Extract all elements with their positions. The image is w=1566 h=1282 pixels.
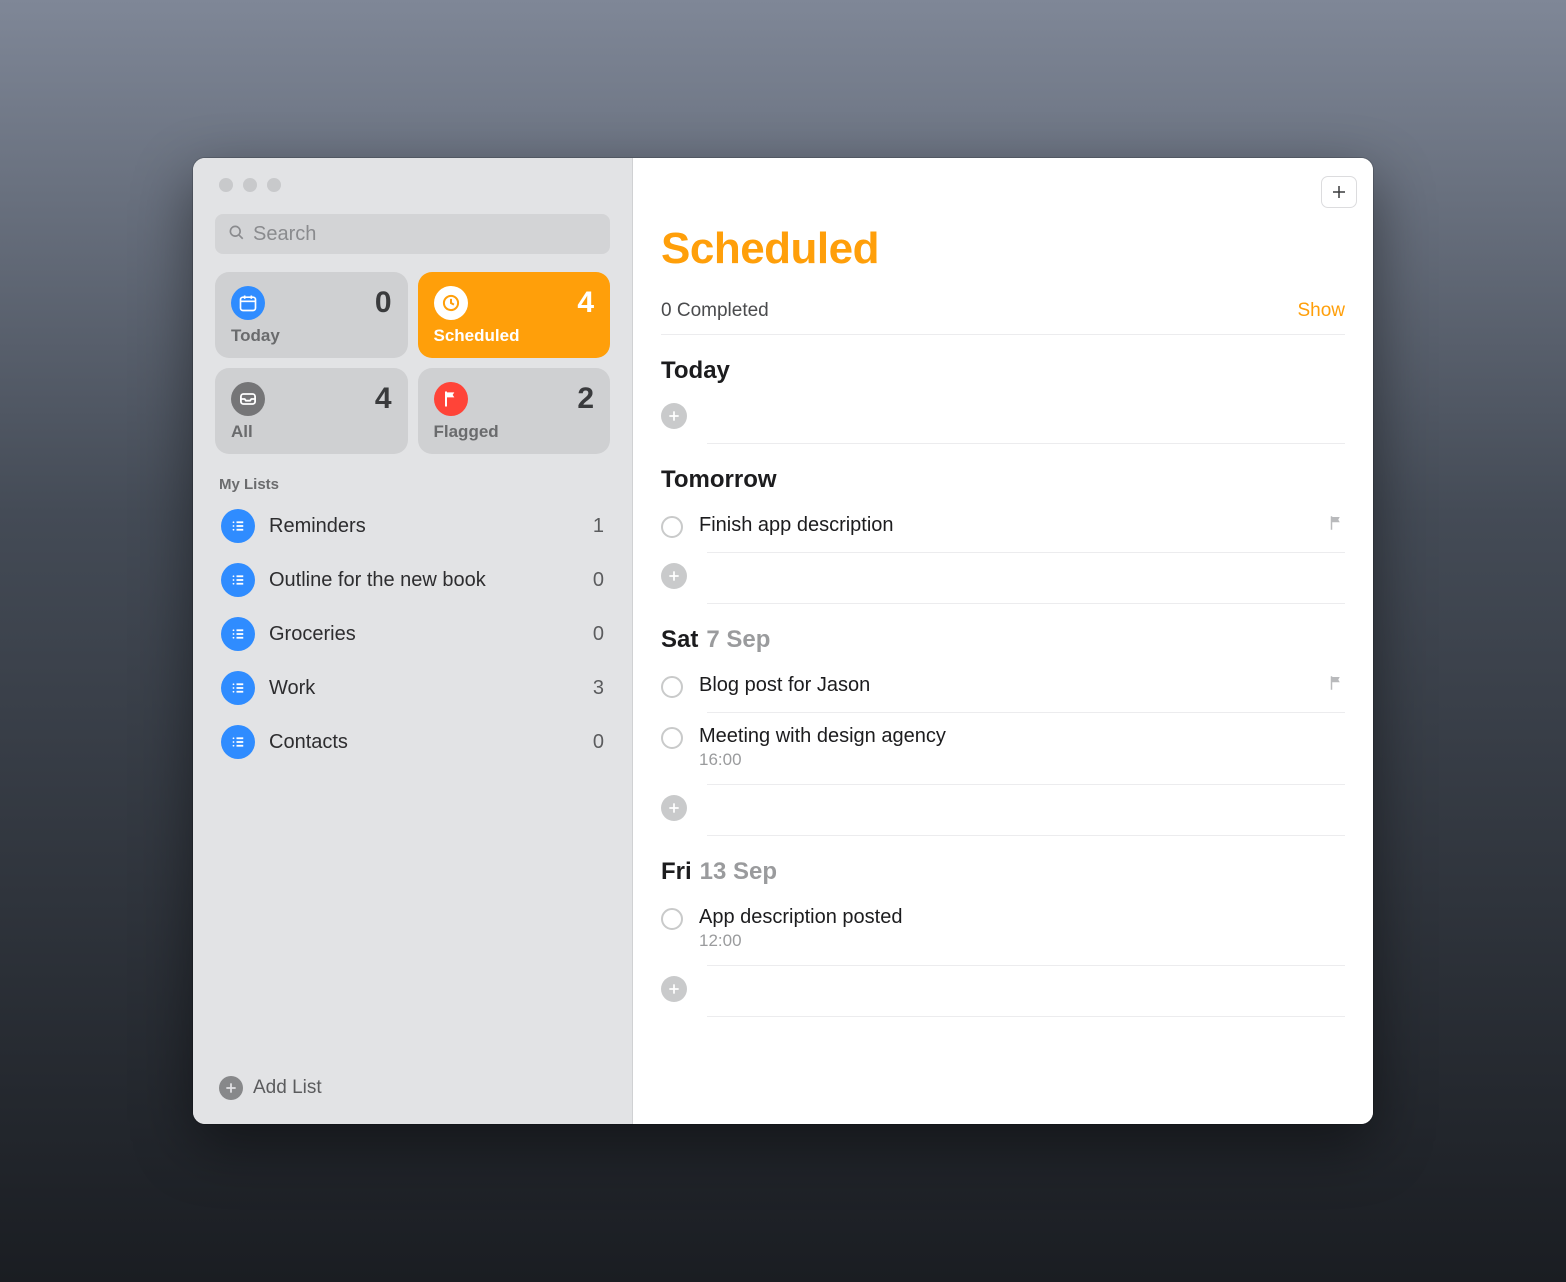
reminder-item[interactable]: App description posted12:00 — [707, 894, 1345, 966]
group-heading: Tomorrow — [661, 466, 1345, 494]
search-input[interactable] — [253, 223, 598, 246]
reminder-time: 16:00 — [699, 750, 1345, 770]
custom-lists: Reminders1Outline for the new book0Groce… — [215, 499, 610, 769]
list-item[interactable]: Groceries 0 — [215, 607, 610, 661]
date-group: Fri13 Sep App description posted12:00 — [661, 858, 1345, 1017]
sidebar-section-title: My Lists — [219, 476, 606, 493]
list-icon — [221, 509, 255, 543]
tray-icon — [231, 382, 265, 416]
smart-list-scheduled[interactable]: 4 Scheduled — [418, 272, 611, 358]
add-reminder-row[interactable] — [707, 966, 1345, 1017]
list-item[interactable]: Reminders 1 — [215, 499, 610, 553]
smart-list-today[interactable]: 0 Today — [215, 272, 408, 358]
list-name: Outline for the new book — [269, 569, 579, 592]
list-name: Groceries — [269, 623, 579, 646]
smart-list-count: 0 — [375, 286, 392, 320]
plus-icon — [661, 795, 687, 821]
toolbar — [633, 158, 1373, 214]
complete-toggle[interactable] — [661, 676, 683, 698]
show-completed-link[interactable]: Show — [1297, 300, 1345, 322]
list-name: Work — [269, 677, 579, 700]
group-heading: Sat7 Sep — [661, 626, 1345, 654]
list-count: 0 — [593, 731, 604, 754]
list-icon — [221, 725, 255, 759]
window-controls — [215, 172, 610, 214]
new-reminder-button[interactable] — [1321, 176, 1357, 208]
completed-count: 0 Completed — [661, 300, 769, 322]
add-reminder-row[interactable] — [707, 393, 1345, 444]
list-icon — [221, 617, 255, 651]
list-item[interactable]: Work 3 — [215, 661, 610, 715]
sidebar: 0 Today 4 Scheduled 4 All 2 Flagged My Lists Re… — [193, 158, 633, 1124]
add-list-button[interactable]: Add List — [215, 1068, 610, 1108]
content: Scheduled 0 Completed Show Today Tomorrow… — [633, 214, 1373, 1124]
list-count: 1 — [593, 515, 604, 538]
list-name: Contacts — [269, 731, 579, 754]
reminder-title: Finish app description — [699, 514, 1311, 537]
smart-list-label: Flagged — [434, 422, 595, 442]
minimize-icon[interactable] — [243, 178, 257, 192]
zoom-icon[interactable] — [267, 178, 281, 192]
add-list-label: Add List — [253, 1077, 322, 1099]
flag-icon — [434, 382, 468, 416]
app-window: 0 Today 4 Scheduled 4 All 2 Flagged My Lists Re… — [193, 158, 1373, 1124]
plus-icon — [661, 976, 687, 1002]
search-field[interactable] — [215, 214, 610, 254]
smart-list-label: Today — [231, 326, 392, 346]
add-reminder-row[interactable] — [707, 553, 1345, 604]
smart-list-flagged[interactable]: 2 Flagged — [418, 368, 611, 454]
smart-lists: 0 Today 4 Scheduled 4 All 2 Flagged — [215, 272, 610, 454]
reminder-time: 12:00 — [699, 931, 1345, 951]
list-icon — [221, 563, 255, 597]
list-item[interactable]: Outline for the new book 0 — [215, 553, 610, 607]
plus-icon — [661, 563, 687, 589]
plus-icon — [661, 403, 687, 429]
group-heading: Today — [661, 357, 1345, 385]
clock-icon — [434, 286, 468, 320]
plus-icon — [219, 1076, 243, 1100]
reminder-title: Meeting with design agency — [699, 725, 1345, 748]
list-icon — [221, 671, 255, 705]
smart-list-count: 2 — [577, 382, 594, 416]
list-count: 3 — [593, 677, 604, 700]
smart-list-label: All — [231, 422, 392, 442]
reminder-item[interactable]: Blog post for Jason — [707, 662, 1345, 713]
smart-list-label: Scheduled — [434, 326, 595, 346]
calendar-icon — [231, 286, 265, 320]
page-title: Scheduled — [661, 224, 1345, 274]
date-group: Tomorrow Finish app description — [661, 466, 1345, 604]
search-icon — [227, 223, 245, 246]
smart-list-all[interactable]: 4 All — [215, 368, 408, 454]
completed-row: 0 Completed Show — [661, 300, 1345, 335]
list-count: 0 — [593, 569, 604, 592]
close-icon[interactable] — [219, 178, 233, 192]
add-reminder-row[interactable] — [707, 785, 1345, 836]
flag-icon — [1327, 674, 1345, 697]
list-count: 0 — [593, 623, 604, 646]
complete-toggle[interactable] — [661, 516, 683, 538]
date-group: Today — [661, 357, 1345, 444]
date-group: Sat7 SepBlog post for JasonMeeting with … — [661, 626, 1345, 836]
main-pane: Scheduled 0 Completed Show Today Tomorrow… — [633, 158, 1373, 1124]
list-name: Reminders — [269, 515, 579, 538]
smart-list-count: 4 — [577, 286, 594, 320]
group-heading: Fri13 Sep — [661, 858, 1345, 886]
reminder-item[interactable]: Finish app description — [707, 502, 1345, 553]
complete-toggle[interactable] — [661, 908, 683, 930]
reminder-item[interactable]: Meeting with design agency16:00 — [707, 713, 1345, 785]
flag-icon — [1327, 514, 1345, 537]
smart-list-count: 4 — [375, 382, 392, 416]
list-item[interactable]: Contacts 0 — [215, 715, 610, 769]
reminder-title: Blog post for Jason — [699, 674, 1311, 697]
complete-toggle[interactable] — [661, 727, 683, 749]
reminder-title: App description posted — [699, 906, 1345, 929]
